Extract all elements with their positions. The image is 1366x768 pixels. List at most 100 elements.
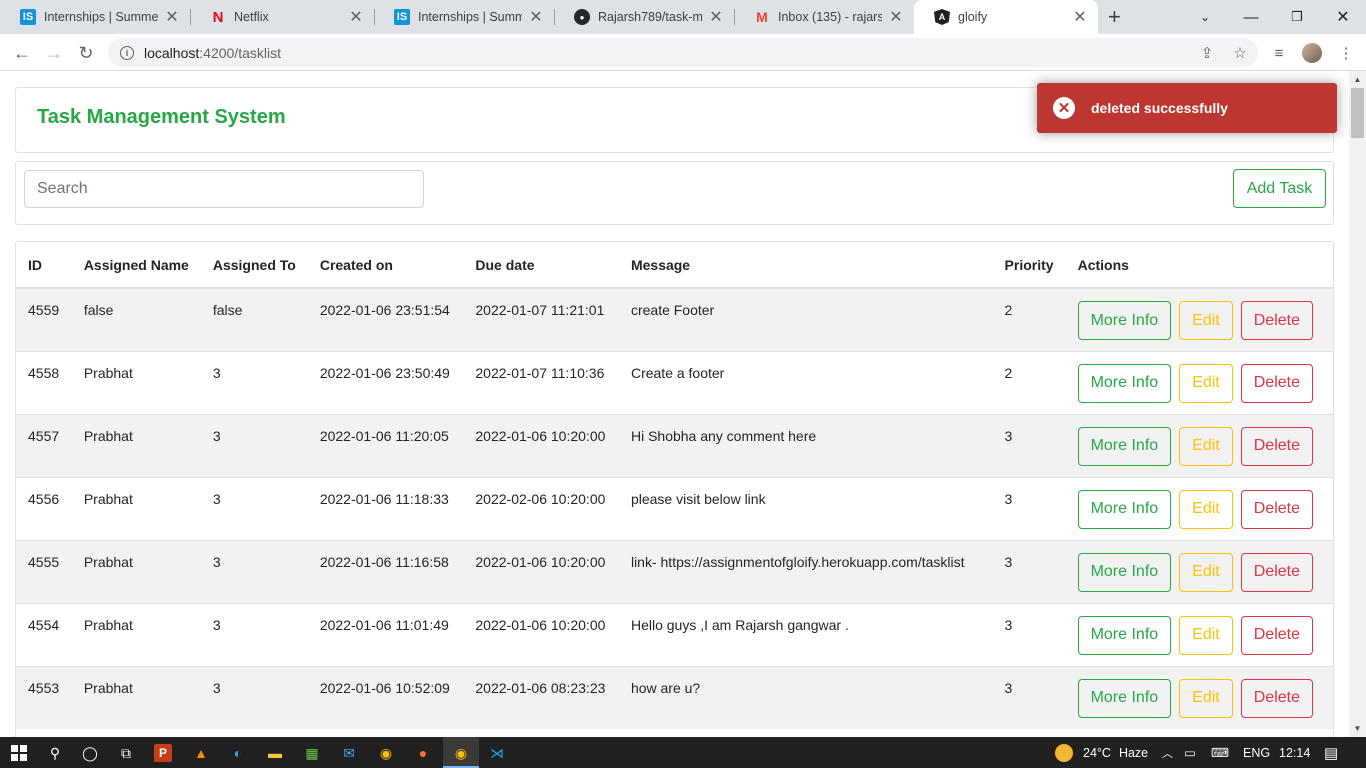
search-input[interactable] (24, 170, 424, 208)
delete-button[interactable]: Delete (1240, 552, 1313, 592)
forward-arrow-icon[interactable]: → (41, 40, 67, 66)
chrome-icon[interactable]: ◉ (450, 742, 472, 764)
error-toast[interactable]: ✕ deleted successfully (1037, 83, 1337, 133)
add-task-button[interactable]: Add Task (1233, 169, 1326, 208)
close-tab-icon[interactable]: ✕ (164, 7, 180, 27)
page-scrollbar[interactable]: ▲ ▼ (1349, 71, 1366, 737)
scroll-down-arrow-icon[interactable]: ▼ (1349, 720, 1366, 737)
browser-tab-4[interactable]: ● Rajarsh789/task-mana ✕ (554, 0, 734, 34)
edit-button[interactable]: Edit (1179, 552, 1233, 592)
delete-button[interactable]: Delete (1240, 301, 1313, 340)
browser-tab-2[interactable]: N Netflix ✕ (190, 0, 374, 34)
windows-start-icon[interactable] (8, 742, 30, 764)
edge-icon[interactable]: ◐ (227, 742, 249, 764)
edit-button[interactable]: Edit (1179, 301, 1233, 340)
close-tab-icon[interactable]: ✕ (348, 7, 364, 27)
weather-widget[interactable]: 24°C Haze (1055, 737, 1148, 768)
scrollbar-thumb[interactable] (1351, 88, 1364, 138)
edit-button[interactable]: Edit (1179, 678, 1233, 718)
clock[interactable]: 12:14 (1279, 737, 1310, 768)
more-info-button[interactable]: More Info (1077, 489, 1172, 529)
header-assigned-name: Assigned Name (71, 242, 201, 289)
more-info-button[interactable]: More Info (1077, 678, 1172, 718)
edit-button[interactable]: Edit (1179, 615, 1233, 655)
browser-tab-active[interactable]: A gloify ✕ (914, 0, 1098, 34)
tray-chevron-icon[interactable]: ︿ (1162, 737, 1173, 768)
minimize-icon[interactable]: — (1228, 0, 1274, 34)
reload-icon[interactable]: ↻ (73, 40, 99, 66)
table-row: 4553 Prabhat 3 2022-01-06 10:52:09 2022-… (16, 665, 1333, 729)
task-table: ID Assigned Name Assigned To Created on … (16, 242, 1333, 729)
more-info-button[interactable]: More Info (1077, 552, 1172, 592)
cell-message: Hello guys ,I am Rajarsh gangwar . (618, 602, 993, 666)
header-id: ID (16, 242, 72, 289)
url-host: localhost (144, 44, 200, 61)
task-table-card: ID Assigned Name Assigned To Created on … (15, 241, 1334, 737)
cell-created-on: 2022-01-06 10:52:09 (307, 665, 464, 729)
vlc-icon[interactable]: ▲ (190, 742, 212, 764)
internshala-icon: IS (394, 9, 410, 25)
cortana-icon[interactable]: ◯ (79, 742, 101, 764)
cell-actions: More Info Edit Delete (1065, 665, 1333, 729)
app-brand[interactable]: Task Management System (37, 106, 286, 129)
close-window-icon[interactable]: ✕ (1320, 0, 1366, 34)
powerpoint-icon[interactable]: P (154, 744, 172, 762)
tab-title: gloify (958, 10, 988, 24)
more-info-button[interactable]: More Info (1077, 301, 1172, 340)
browser-menu-icon[interactable]: ⋮ (1336, 43, 1356, 63)
share-icon[interactable]: ⇪ (1197, 43, 1217, 63)
tab-search-chevron-icon[interactable]: ⌄ (1182, 0, 1228, 34)
keyboard-icon[interactable]: ⌨ (1211, 737, 1233, 768)
chrome-icon[interactable]: ◉ (375, 742, 397, 764)
edit-button[interactable]: Edit (1179, 363, 1233, 403)
browser-tab-5[interactable]: M Inbox (135) - rajarsh.g ✕ (734, 0, 914, 34)
cell-created-on: 2022-01-06 11:16:58 (307, 539, 464, 603)
site-info-icon[interactable]: i (120, 45, 134, 60)
cell-message: create Footer (618, 287, 993, 351)
close-tab-icon[interactable]: ✕ (888, 7, 904, 27)
mail-icon[interactable]: ✉ (338, 742, 360, 764)
edit-button[interactable]: Edit (1179, 426, 1233, 466)
edit-button[interactable]: Edit (1179, 489, 1233, 529)
vscode-icon[interactable]: ⋊ (486, 742, 508, 764)
reading-list-icon[interactable]: ≡ (1269, 43, 1289, 63)
browser-tab-3[interactable]: IS Internships | Summer ✕ (374, 0, 554, 34)
cell-actions: More Info Edit Delete (1065, 413, 1333, 477)
restore-icon[interactable]: ❐ (1274, 0, 1320, 34)
more-info-button[interactable]: More Info (1077, 426, 1172, 466)
more-info-button[interactable]: More Info (1077, 615, 1172, 655)
network-icon[interactable]: ▭ (1184, 737, 1196, 768)
more-info-button[interactable]: More Info (1077, 363, 1172, 403)
cell-assigned-to: 3 (200, 413, 308, 477)
delete-button[interactable]: Delete (1240, 615, 1313, 655)
browser-tab-1[interactable]: IS Internships | Summer I ✕ (0, 0, 190, 34)
tab-title: Inbox (135) - rajarsh.g (778, 10, 882, 24)
store-icon[interactable]: ▦ (301, 742, 323, 764)
delete-button[interactable]: Delete (1240, 678, 1313, 718)
delete-button[interactable]: Delete (1240, 426, 1313, 466)
firefox-icon[interactable]: ● (412, 742, 434, 764)
cell-due-date: 2022-01-06 08:23:23 (463, 665, 619, 729)
delete-button[interactable]: Delete (1240, 489, 1313, 529)
internshala-icon: IS (20, 9, 36, 25)
language-indicator[interactable]: ENG (1243, 737, 1270, 768)
file-explorer-icon[interactable]: ▬ (264, 742, 286, 764)
back-arrow-icon[interactable]: ← (9, 40, 35, 66)
profile-avatar[interactable] (1302, 43, 1322, 63)
close-tab-icon[interactable]: ✕ (708, 7, 724, 27)
close-tab-icon[interactable]: ✕ (528, 7, 544, 27)
table-row: 4559 false false 2022-01-06 23:51:54 202… (16, 287, 1333, 351)
scroll-up-arrow-icon[interactable]: ▲ (1349, 71, 1366, 88)
github-icon: ● (574, 9, 590, 25)
address-bar[interactable]: i localhost:4200/tasklist (108, 38, 1258, 67)
delete-button[interactable]: Delete (1240, 363, 1313, 403)
cell-created-on: 2022-01-06 11:01:49 (307, 602, 464, 666)
cell-actions: More Info Edit Delete (1065, 539, 1333, 603)
new-tab-icon[interactable]: + (1108, 4, 1121, 30)
cell-created-on: 2022-01-06 11:20:05 (307, 413, 464, 477)
notifications-icon[interactable]: ▤ (1324, 737, 1338, 768)
close-tab-icon[interactable]: ✕ (1072, 7, 1088, 27)
task-view-icon[interactable]: ⧉ (115, 742, 137, 764)
search-icon[interactable]: ⚲ (44, 742, 66, 764)
bookmark-star-icon[interactable]: ☆ (1230, 43, 1250, 63)
